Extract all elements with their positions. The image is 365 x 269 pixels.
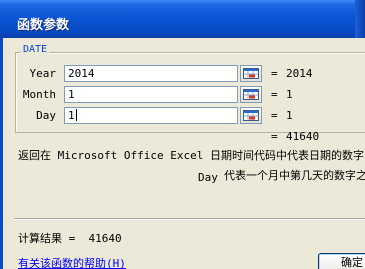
- text-caret: [75, 109, 77, 121]
- formula-result: 41640: [286, 130, 320, 143]
- title-bar[interactable]: 函数参数: [0, 0, 365, 38]
- year-input[interactable]: 2014: [64, 65, 238, 82]
- function-help-link[interactable]: 有关该函数的帮助(H): [18, 257, 126, 269]
- range-select-icon: [243, 89, 259, 100]
- function-description: 返回在 Microsoft Office Excel 日期时间代码中代表日期的数…: [18, 149, 364, 162]
- month-equals: =: [271, 88, 278, 101]
- function-arguments-dialog: 函数参数 DATE Year 2014 = 2014 Month 1 = 1 D…: [0, 0, 365, 269]
- dialog-title: 函数参数: [17, 18, 70, 33]
- range-select-icon: [243, 110, 259, 121]
- range-select-icon: [243, 68, 259, 79]
- current-param-help: 代表一个月中第几天的数字之间: [224, 169, 365, 182]
- param-label-year: Year: [29, 67, 57, 80]
- month-result: 1: [286, 88, 293, 101]
- param-label-month: Month: [22, 88, 56, 101]
- current-param-name: Day: [198, 171, 218, 184]
- year-result: 2014: [286, 67, 313, 80]
- day-input[interactable]: 1: [64, 107, 238, 124]
- month-input[interactable]: 1: [64, 86, 238, 103]
- year-input-value: 2014: [68, 67, 95, 80]
- separator: [14, 218, 365, 220]
- day-equals: =: [271, 109, 278, 122]
- month-input-value: 1: [68, 88, 75, 101]
- window-frame-right: [355, 0, 365, 38]
- day-collapse-button[interactable]: [240, 107, 262, 124]
- formula-equals: =: [271, 130, 278, 143]
- day-result: 1: [286, 109, 293, 122]
- function-name-label: DATE: [21, 44, 50, 56]
- ok-button[interactable]: 确定: [318, 253, 365, 269]
- day-input-value: 1: [68, 109, 75, 122]
- year-equals: =: [271, 67, 278, 80]
- month-collapse-button[interactable]: [240, 86, 262, 103]
- window-frame-left: [0, 38, 3, 269]
- year-collapse-button[interactable]: [240, 65, 262, 82]
- calculation-result: 计算结果 = 41640: [18, 232, 122, 245]
- param-label-day: Day: [36, 109, 56, 122]
